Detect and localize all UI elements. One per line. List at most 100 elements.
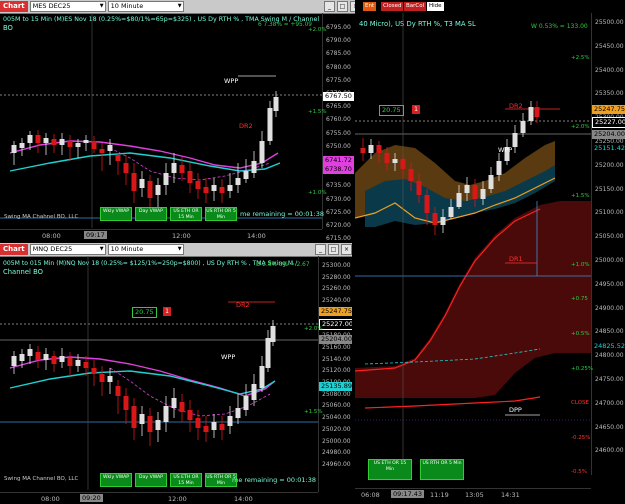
candle xyxy=(195,418,201,428)
candle xyxy=(219,424,225,430)
candle xyxy=(115,155,121,161)
rth-or-button[interactable]: US RTH OR 5 Min xyxy=(420,459,464,480)
price-box: 6738.70 xyxy=(323,165,354,174)
price-tick-label: 25240.00 xyxy=(322,297,351,305)
price-box: 25247.75 xyxy=(319,307,352,316)
price-tick-label: 24600.00 xyxy=(595,447,624,455)
time-label: 08:00 xyxy=(41,495,60,503)
price-tick-label: 6730.00 xyxy=(326,195,351,203)
candle xyxy=(171,398,177,408)
overlay-button[interactable]: US RTH OR 5 Min xyxy=(205,207,237,221)
overlay-button[interactable]: Wkly VWAP xyxy=(100,207,132,221)
maximize-icon[interactable]: □ xyxy=(337,1,348,12)
chart-tab[interactable]: Chart xyxy=(0,1,28,12)
price-tick-label: 6790.00 xyxy=(326,37,351,45)
candle xyxy=(107,376,113,382)
candle xyxy=(67,358,73,366)
pct-label: +1.5% xyxy=(571,193,590,199)
price-chart xyxy=(0,256,318,490)
price-tick-label: 25400.00 xyxy=(595,66,624,74)
price-tick-label: 25080.00 xyxy=(322,390,351,398)
maximize-icon[interactable]: □ xyxy=(328,244,339,255)
candle xyxy=(99,149,105,153)
price-box: 6741.72 xyxy=(323,156,354,165)
candle xyxy=(259,141,265,163)
candle xyxy=(179,402,185,412)
candle xyxy=(203,187,209,193)
candle xyxy=(235,178,241,185)
candle xyxy=(259,366,265,388)
candle xyxy=(163,173,169,185)
candle xyxy=(270,326,276,342)
price-tick-label: 25020.00 xyxy=(322,425,351,433)
candle xyxy=(432,213,438,225)
minimize-icon[interactable]: _ xyxy=(315,244,326,255)
time-label: 13:05 xyxy=(465,491,484,499)
chart-toolbar: Chart MNQ DEC25 10 Minute _ □ × xyxy=(0,243,352,257)
chart-pane-mnq: Chart MNQ DEC25 10 Minute _ □ × 005M to … xyxy=(0,243,352,504)
price-tick-label: 25160.00 xyxy=(322,343,351,351)
chart-toolbar: Chart MES DEC25 10 Minute _ □ × xyxy=(0,0,361,14)
overlay-button[interactable]: Wkly VWAP xyxy=(100,473,132,487)
symbol-select[interactable]: MNQ DEC25 xyxy=(29,244,106,255)
time-label: 12:00 xyxy=(172,232,191,240)
ent-button[interactable]: Ent xyxy=(363,2,377,11)
candle xyxy=(187,171,193,183)
candle xyxy=(400,159,406,169)
minimize-icon[interactable]: _ xyxy=(324,1,335,12)
candle xyxy=(251,384,257,400)
price-tick-label: 25280.00 xyxy=(322,273,351,281)
candle xyxy=(243,396,249,410)
price-tick-label: 6795.00 xyxy=(326,24,351,31)
overlay-button[interactable]: US ETH OR 15 Min xyxy=(170,473,202,487)
interval-select[interactable]: 10 Minute xyxy=(107,1,184,12)
eth-or-button[interactable]: US ETH OR 15 Min xyxy=(368,459,412,480)
pct-label: +2.0% xyxy=(304,326,323,332)
candle xyxy=(528,107,534,121)
price-box: 6767.50 xyxy=(323,92,354,101)
candle xyxy=(448,207,454,217)
price-tick-label: 24950.00 xyxy=(595,280,624,288)
candle xyxy=(480,189,486,199)
dr1-label: DR1 xyxy=(509,255,523,263)
pct-label: CLOSE xyxy=(571,400,590,406)
price-tick-label: 25140.00 xyxy=(322,355,351,363)
candle xyxy=(35,135,41,143)
price-tick-label: 25050.00 xyxy=(595,233,624,241)
time-axis: 06:08 09:17.43 11:19 13:05 14:31 xyxy=(355,488,591,501)
price-tick-label: 24750.00 xyxy=(595,376,624,383)
hide-button[interactable]: Hide xyxy=(427,2,444,11)
candle xyxy=(235,408,241,418)
chart-tab[interactable]: Chart xyxy=(0,244,28,255)
overlay-button[interactable]: US ETH OR 15 Min xyxy=(170,207,202,221)
price-chart xyxy=(0,13,322,228)
price-tick-label: 6755.00 xyxy=(326,129,351,137)
candle xyxy=(267,108,273,141)
closed-button[interactable]: Closed xyxy=(381,2,404,11)
candle xyxy=(27,349,33,356)
overlay-button[interactable]: Day VWAP xyxy=(135,473,167,487)
pct-label: -0.25% xyxy=(571,435,591,441)
time-remaining: me remaining = 00:01:38 xyxy=(240,210,324,218)
candle xyxy=(464,185,470,193)
price-tick-label: 6765.00 xyxy=(326,103,351,111)
candle xyxy=(520,121,526,133)
count-badge: 1 xyxy=(412,105,420,114)
pct-label: -0.5% xyxy=(571,469,587,475)
candle xyxy=(123,163,129,173)
candle xyxy=(99,374,105,382)
ma-line xyxy=(9,370,276,395)
candle xyxy=(83,362,89,368)
close-icon[interactable]: × xyxy=(341,244,352,255)
candle xyxy=(11,356,17,366)
price-tick-label: 25200.00 xyxy=(595,161,624,169)
cursor-time: 09:20 xyxy=(80,494,103,502)
brand-text: Swing MA Channel BO, LLC xyxy=(4,476,79,482)
symbol-select[interactable]: MES DEC25 xyxy=(29,1,106,12)
barcol-button[interactable]: BarCol xyxy=(404,2,427,11)
price-tick-label: 24800.00 xyxy=(595,352,624,360)
count-badge: 1 xyxy=(163,307,171,316)
interval-select[interactable]: 10 Minute xyxy=(107,244,184,255)
candle xyxy=(488,175,494,189)
overlay-button[interactable]: Day VWAP xyxy=(135,207,167,221)
